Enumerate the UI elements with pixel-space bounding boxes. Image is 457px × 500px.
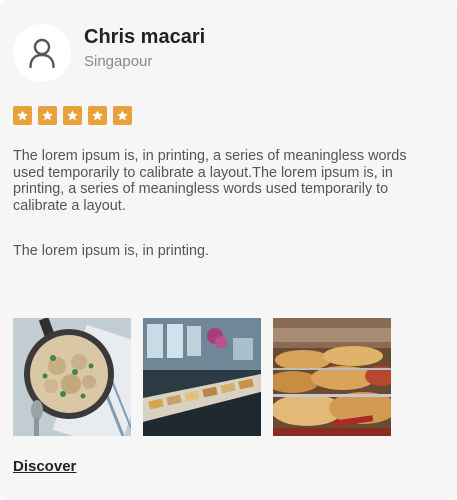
- review-photo-2[interactable]: [143, 318, 261, 436]
- avatar[interactable]: [13, 24, 71, 82]
- buffet-trays-photo-icon: [273, 318, 391, 436]
- star-rating: [13, 106, 132, 125]
- review-card: Chris macari Singapour The lorem ipsum i…: [0, 0, 457, 500]
- buffet-hall-photo-icon: [143, 318, 261, 436]
- star-icon: [88, 106, 107, 125]
- user-icon: [29, 38, 55, 68]
- star-icon: [113, 106, 132, 125]
- reviewer-name: Chris macari: [84, 26, 206, 48]
- review-photo-1[interactable]: [13, 318, 131, 436]
- star-icon: [63, 106, 82, 125]
- food-pan-photo-icon: [13, 318, 131, 436]
- star-icon: [38, 106, 57, 125]
- star-icon: [13, 106, 32, 125]
- review-text-secondary: The lorem ipsum is, in printing.: [13, 243, 209, 259]
- discover-link[interactable]: Discover: [13, 458, 76, 475]
- review-photo-3[interactable]: [273, 318, 391, 436]
- review-text: The lorem ipsum is, in printing, a serie…: [13, 148, 407, 214]
- reviewer-location: Singapour: [84, 53, 153, 70]
